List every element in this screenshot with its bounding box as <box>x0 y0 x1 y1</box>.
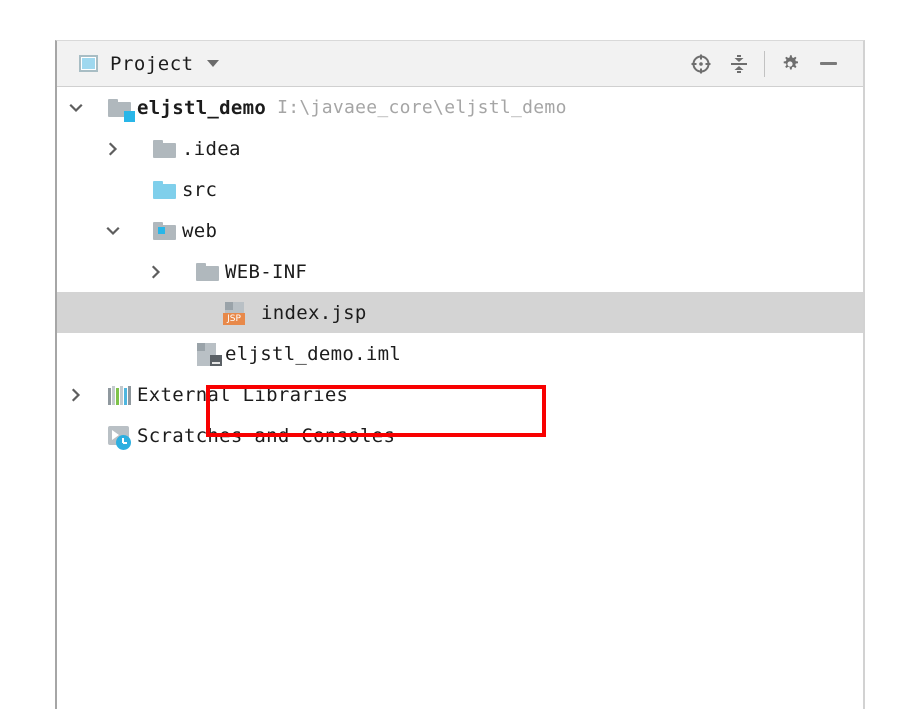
chevron-down-icon <box>69 103 83 112</box>
tree-label: src <box>182 178 218 201</box>
jsp-file-icon: JSP <box>223 301 249 325</box>
tree-label: .idea <box>182 137 241 160</box>
folder-icon <box>152 137 178 161</box>
chevron-right-icon <box>71 387 81 402</box>
chevron-down-icon[interactable] <box>206 60 219 67</box>
tree-row-web[interactable]: web <box>57 210 863 251</box>
tree-row-src[interactable]: src <box>57 169 863 210</box>
tree-row-eljstl-demo[interactable]: eljstl_demo I:\javaee_core\eljstl_demo <box>57 87 863 128</box>
expand-toggle-idea[interactable] <box>102 128 124 169</box>
tree-row-idea[interactable]: .idea <box>57 128 863 169</box>
minimize-icon <box>819 62 837 65</box>
tree-label: eljstl_demo <box>137 96 267 119</box>
tool-window-header: Project <box>57 41 863 87</box>
toolbar-separator <box>764 50 765 77</box>
tree-label: External Libraries <box>137 383 349 406</box>
external-libraries-icon <box>107 383 133 407</box>
tree-label: Scratches and Consoles <box>137 424 396 447</box>
scratches-and-consoles-icon <box>107 424 133 450</box>
iml-module-file-icon <box>195 342 222 366</box>
tree-row-scratches-and-consoles[interactable]: Scratches and Consoles <box>57 415 863 456</box>
settings-button[interactable] <box>771 45 809 83</box>
collapse-all-icon <box>731 54 747 73</box>
project-root-folder-icon <box>107 96 135 122</box>
hide-button[interactable] <box>809 45 847 83</box>
tree-row-index-jsp[interactable]: JSP index.jsp <box>57 292 863 333</box>
tool-window-title: Project <box>110 52 194 75</box>
folder-icon <box>195 260 221 284</box>
expand-toggle-web-inf[interactable] <box>145 251 167 292</box>
expand-toggle-external-libraries[interactable] <box>65 374 87 415</box>
project-tree[interactable]: eljstl_demo I:\javaee_core\eljstl_demo .… <box>57 87 863 710</box>
expand-toggle-eljstl-demo[interactable] <box>65 87 87 128</box>
select-opened-file-button[interactable] <box>682 45 720 83</box>
tree-label: eljstl_demo.iml <box>225 342 402 365</box>
gear-icon <box>783 54 798 69</box>
chevron-right-icon <box>151 264 161 279</box>
source-folder-icon <box>152 178 178 202</box>
crosshair-locate-icon <box>691 54 711 73</box>
chevron-down-icon <box>106 226 120 235</box>
tree-label: index.jsp <box>261 301 367 324</box>
collapse-all-button[interactable] <box>720 45 758 83</box>
tree-label: WEB-INF <box>225 260 308 283</box>
tool-window-title-group[interactable]: Project <box>79 53 219 75</box>
expand-toggle-web[interactable] <box>102 210 124 251</box>
tree-row-external-libraries[interactable]: External Libraries <box>57 374 863 415</box>
project-toolwindow-icon <box>79 55 98 72</box>
web-resource-folder-icon <box>152 219 178 243</box>
chevron-right-icon <box>108 141 118 156</box>
tree-row-iml[interactable]: eljstl_demo.iml <box>57 333 863 374</box>
project-path: I:\javaee_core\eljstl_demo <box>277 97 567 118</box>
tree-label: web <box>182 219 218 242</box>
project-tool-window: Project eljstl_demo I:\javaee_core\eljst… <box>55 40 865 710</box>
tree-row-web-inf[interactable]: WEB-INF <box>57 251 863 292</box>
jsp-badge-label: JSP <box>223 312 245 325</box>
tool-window-toolbar <box>682 41 847 86</box>
